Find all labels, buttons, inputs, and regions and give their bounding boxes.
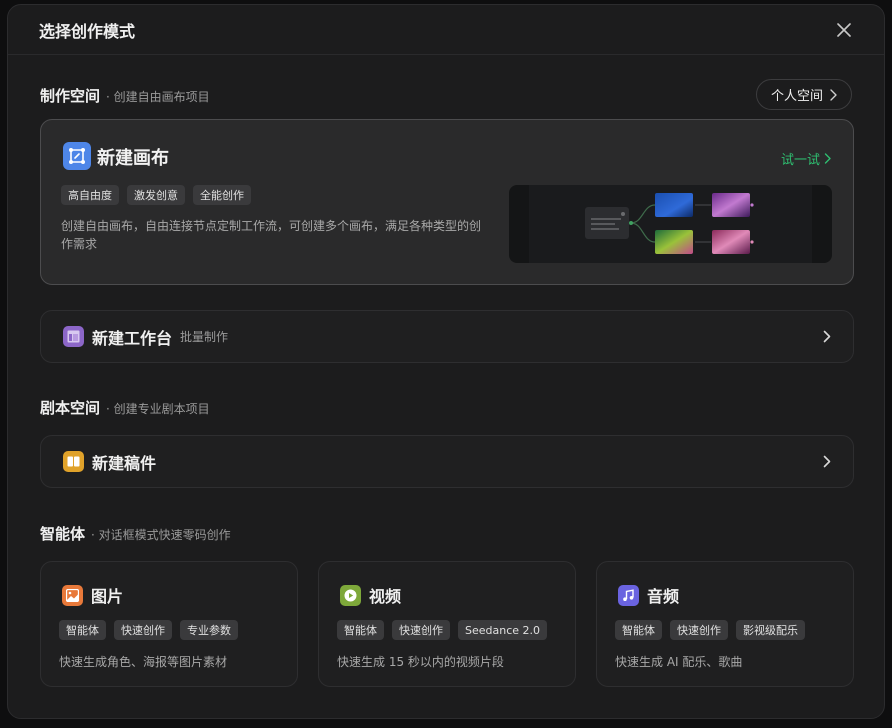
agent-description: 快速生成 15 秒以内的视频片段	[337, 655, 504, 669]
script-space-subtitle: · 创建专业剧本项目	[106, 402, 210, 416]
canvas-preview-illustration	[509, 185, 832, 263]
tag: 全能创作	[193, 185, 251, 205]
agent-title: 视频	[369, 587, 402, 606]
close-button[interactable]	[834, 20, 854, 40]
workbench-subtitle: 批量制作	[180, 330, 229, 344]
canvas-icon	[63, 142, 91, 170]
agent-description: 快速生成角色、海报等图片素材	[59, 655, 228, 669]
agents-title: 智能体	[40, 525, 86, 543]
try-it-link[interactable]: 试一试	[781, 149, 831, 168]
agent-tags: 智能体 快速创作 专业参数	[59, 620, 238, 640]
chevron-right-icon	[823, 330, 831, 343]
personal-space-label: 个人空间	[770, 89, 823, 104]
new-draft-row[interactable]: 新建稿件	[40, 435, 854, 488]
agents-subtitle: · 对话框模式快速零码创作	[91, 528, 231, 542]
workspace-subtitle: · 创建自由画布项目	[106, 90, 210, 104]
agent-title: 图片	[91, 587, 124, 606]
workbench-icon	[63, 326, 84, 347]
draft-title: 新建稿件	[92, 453, 157, 473]
video-play-icon	[340, 584, 361, 606]
chevron-right-icon	[830, 88, 837, 101]
chevron-right-icon	[824, 153, 831, 164]
script-section-header: 剧本空间 · 创建专业剧本项目	[40, 397, 210, 418]
tag: 激发创意	[127, 185, 185, 205]
agent-card-video[interactable]: 视频 智能体 快速创作 Seedance 2.0 快速生成 15 秒以内的视频片…	[318, 561, 576, 687]
new-canvas-title: 新建画布	[97, 148, 169, 169]
agent-card-image[interactable]: 图片 智能体 快速创作 专业参数 快速生成角色、海报等图片素材	[40, 561, 298, 687]
tag: Seedance 2.0	[458, 620, 548, 640]
try-it-label: 试一试	[780, 153, 820, 168]
canvas-tags: 高自由度 激发创意 全能创作	[61, 185, 251, 205]
agents-section-header: 智能体 · 对话框模式快速零码创作	[40, 523, 231, 544]
new-workbench-row[interactable]: 新建工作台 批量制作	[40, 310, 854, 363]
script-space-title: 剧本空间	[40, 399, 101, 417]
agent-header: 图片	[62, 583, 123, 607]
new-canvas-card[interactable]: 新建画布 试一试 高自由度 激发创意 全能创作 创建自由画布，自由连接节点定制工…	[40, 119, 854, 285]
workspace-title: 制作空间	[40, 87, 101, 105]
tag: 专业参数	[180, 620, 238, 640]
tag: 智能体	[59, 620, 106, 640]
music-note-icon	[618, 584, 639, 606]
tag: 智能体	[615, 620, 662, 640]
modal-title: 选择创作模式	[39, 21, 136, 41]
create-mode-modal: 选择创作模式 制作空间 · 创建自由画布项目 个人空间 新建画布 试一试 高自由…	[7, 4, 885, 719]
agent-header: 视频	[340, 583, 401, 607]
agent-description: 快速生成 AI 配乐、歌曲	[615, 655, 743, 669]
close-icon	[837, 22, 851, 37]
tag: 高自由度	[61, 185, 119, 205]
tag: 智能体	[337, 620, 384, 640]
canvas-description: 创建自由画布，自由连接节点定制工作流，可创建多个画布，满足各种类型的创作需求	[61, 219, 482, 251]
tag: 影视级配乐	[736, 620, 805, 640]
agent-tags: 智能体 快速创作 Seedance 2.0	[337, 620, 548, 640]
chevron-right-icon	[823, 455, 831, 468]
image-icon	[62, 584, 83, 606]
tag: 快速创作	[670, 620, 728, 640]
workbench-title: 新建工作台	[92, 328, 173, 348]
agent-title: 音频	[647, 587, 680, 606]
agent-tags: 智能体 快速创作 影视级配乐	[615, 620, 805, 640]
tag: 快速创作	[114, 620, 172, 640]
tag: 快速创作	[392, 620, 450, 640]
agent-card-audio[interactable]: 音频 智能体 快速创作 影视级配乐 快速生成 AI 配乐、歌曲	[596, 561, 854, 687]
book-icon	[63, 451, 84, 472]
modal-header: 选择创作模式	[8, 5, 884, 55]
workspace-section-header: 制作空间 · 创建自由画布项目	[40, 85, 210, 106]
agent-header: 音频	[618, 583, 679, 607]
personal-space-button[interactable]: 个人空间	[755, 79, 852, 110]
